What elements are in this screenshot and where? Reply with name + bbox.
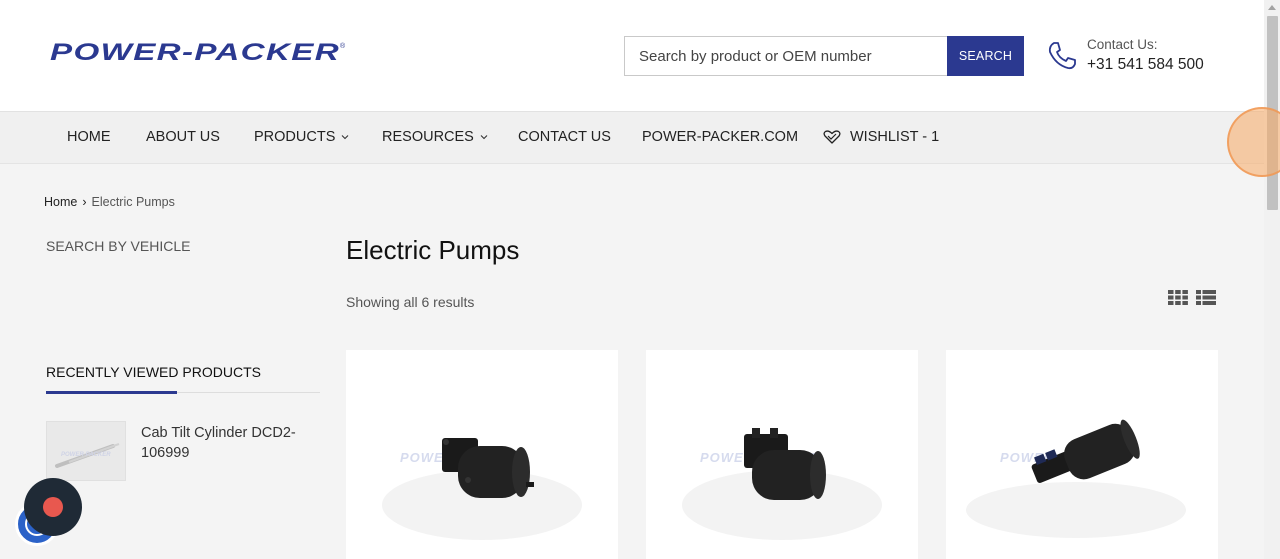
nav-item-resources[interactable]: RESOURCES [382, 129, 488, 145]
contact-phone[interactable]: +31 541 584 500 [1087, 56, 1204, 74]
breadcrumb-current: Electric Pumps [91, 195, 175, 209]
vertical-scrollbar[interactable] [1264, 0, 1280, 559]
recently-viewed-heading: RECENTLY VIEWED PRODUCTS [46, 364, 261, 380]
scroll-up-arrow-icon[interactable] [1268, 4, 1276, 10]
breadcrumb-home[interactable]: Home [44, 195, 77, 209]
nav-item-label: POWER-PACKER.COM [642, 129, 799, 145]
nav-item-power-packer-com[interactable]: POWER-PACKER.COM [642, 129, 798, 145]
page-title: Electric Pumps [346, 235, 520, 265]
breadcrumb: Home › Electric Pumps [44, 195, 175, 209]
product-card[interactable]: POWER-PACKER [646, 350, 918, 559]
phone-icon [1048, 42, 1076, 70]
electric-pump-image: POWER-PACKER [382, 438, 582, 540]
search-by-vehicle-heading: SEARCH BY VEHICLE [46, 238, 191, 254]
search-button[interactable]: SEARCH [947, 36, 1024, 76]
main-nav: HOME ABOUT US PRODUCTS RESOURCES CONTACT… [0, 112, 1264, 164]
contact-label: Contact Us: [1087, 37, 1158, 52]
record-button[interactable] [24, 478, 82, 536]
nav-item-products[interactable]: PRODUCTS [254, 129, 349, 145]
nav-item-label: ABOUT US [146, 129, 220, 145]
nav-item-wishlist[interactable]: WISHLIST - 1 [823, 129, 939, 145]
breadcrumb-separator: › [82, 195, 87, 209]
nav-item-about-us[interactable]: ABOUT US [146, 129, 220, 145]
product-card[interactable]: POWER-PACKER [946, 350, 1218, 559]
result-count: Showing all 6 results [346, 294, 475, 310]
nav-item-home[interactable]: HOME [67, 129, 111, 145]
contact-block: Contact Us: +31 541 584 500 [1046, 36, 1246, 80]
nav-item-label: PRODUCTS [254, 129, 336, 145]
search-form: SEARCH [624, 36, 1024, 76]
heading-underline-accent [46, 391, 177, 394]
svg-text:POWER-PACKER: POWER-PACKER [61, 452, 111, 458]
heading-underline [46, 391, 320, 394]
nav-item-label: WISHLIST - 1 [850, 129, 940, 145]
search-input[interactable] [624, 36, 947, 76]
record-dot-icon [43, 497, 63, 517]
recently-viewed-thumbnail[interactable]: POWER-PACKER [46, 421, 126, 481]
nav-item-label: HOME [67, 129, 111, 145]
electric-pump-image: POWER-PACKER [682, 428, 882, 540]
power-packer-logo[interactable]: POWER-PACKER ® [50, 38, 350, 68]
nav-item-label: RESOURCES [382, 129, 474, 145]
site-header: POWER-PACKER ® SEARCH Contact Us: +31 54… [0, 0, 1264, 112]
heart-icon [823, 130, 841, 144]
svg-text:POWER-PACKER: POWER-PACKER [50, 39, 340, 66]
grid-view-icon[interactable] [1168, 290, 1188, 305]
chevron-down-icon [480, 135, 488, 140]
nav-item-contact-us[interactable]: CONTACT US [518, 129, 611, 145]
svg-text:®: ® [340, 42, 346, 50]
nav-item-label: CONTACT US [518, 129, 611, 145]
electric-pump-image: POWER-PACKER [966, 419, 1186, 538]
chevron-down-icon [341, 135, 349, 140]
list-view-icon[interactable] [1196, 290, 1216, 305]
recently-viewed-product-title[interactable]: Cab Tilt Cylinder DCD2-106999 [141, 423, 316, 463]
product-card[interactable]: POWER-PACKER [346, 350, 618, 559]
